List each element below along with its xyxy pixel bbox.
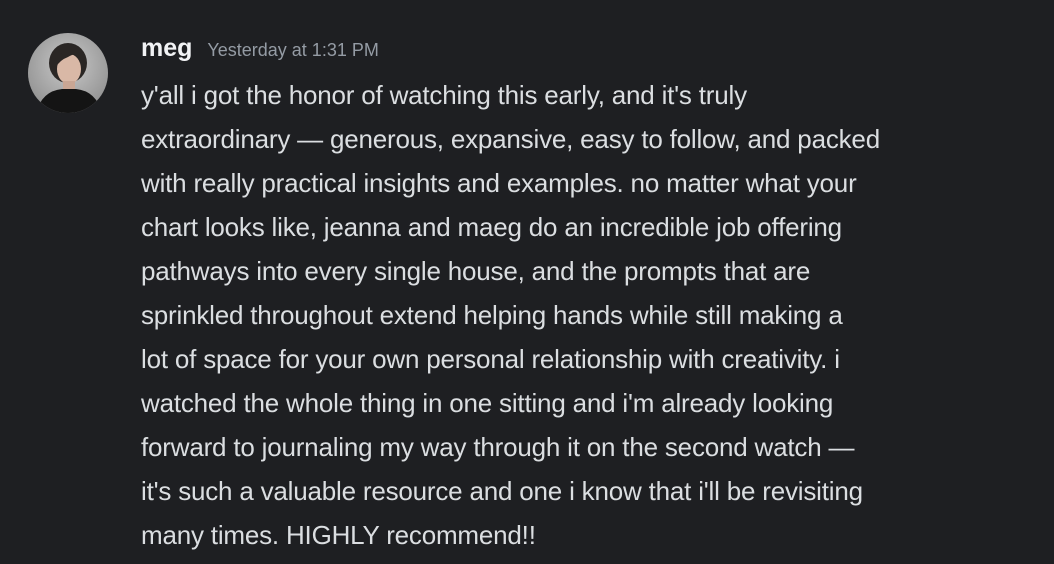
message-line: sprinkled throughout extend helping hand… — [141, 300, 843, 330]
message-line: y'all i got the honor of watching this e… — [141, 80, 747, 110]
message-line: it's such a valuable resource and one i … — [141, 476, 863, 506]
message-header: meg Yesterday at 1:31 PM — [141, 34, 379, 68]
username[interactable]: meg — [141, 34, 192, 63]
message-line: chart looks like, jeanna and maeg do an … — [141, 212, 842, 242]
avatar-photo-icon — [28, 33, 108, 113]
message-line: extraordinary — generous, expansive, eas… — [141, 124, 880, 154]
message-line: pathways into every single house, and th… — [141, 256, 811, 286]
message-timestamp[interactable]: Yesterday at 1:31 PM — [207, 40, 378, 61]
message-content: y'all i got the honor of watching this e… — [141, 73, 1021, 557]
message-line: many times. HIGHLY recommend!! — [141, 520, 536, 550]
message-line: forward to journaling my way through it … — [141, 432, 855, 462]
chat-message: meg Yesterday at 1:31 PM y'all i got the… — [0, 0, 1054, 564]
user-avatar[interactable] — [28, 33, 108, 113]
message-line: with really practical insights and examp… — [141, 168, 857, 198]
message-line: watched the whole thing in one sitting a… — [141, 388, 834, 418]
message-line: lot of space for your own personal relat… — [141, 344, 840, 374]
